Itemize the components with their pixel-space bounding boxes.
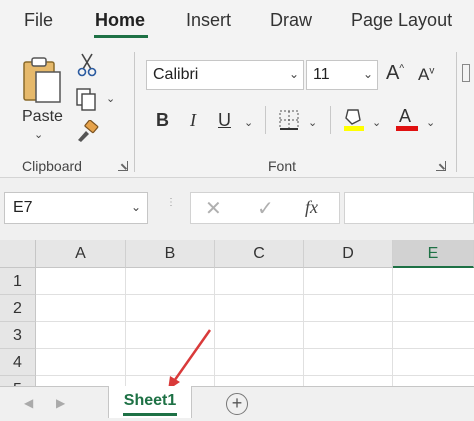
column-header-b[interactable]: B — [126, 240, 215, 268]
paste-label: Paste — [22, 108, 63, 125]
group-divider — [134, 52, 135, 172]
cancel-icon[interactable]: ✕ — [205, 196, 222, 221]
borders-dropdown-icon[interactable]: ⌄ — [308, 116, 317, 129]
font-launcher-icon[interactable] — [436, 161, 446, 171]
clipboard-icon — [23, 57, 61, 103]
column-header-d[interactable]: D — [304, 240, 393, 268]
tab-insert[interactable]: Insert — [186, 10, 231, 31]
column-header-e[interactable]: E — [393, 240, 474, 268]
copy-icon[interactable] — [74, 86, 98, 112]
borders-icon[interactable] — [278, 109, 300, 131]
tab-draw[interactable]: Draw — [270, 10, 312, 31]
gridline — [125, 268, 126, 386]
gridline — [36, 348, 474, 349]
font-color-glyph: A — [399, 106, 412, 126]
shrink-font-button[interactable]: Av — [418, 65, 434, 85]
chevron-down-icon: ⌄ — [288, 67, 299, 81]
chevron-down-icon: ⌄ — [130, 200, 141, 214]
enter-icon[interactable]: ✓ — [257, 196, 274, 221]
italic-button[interactable]: I — [190, 110, 196, 131]
formula-buttons: ✕ ✓ fx — [190, 192, 340, 224]
insert-function-button[interactable]: fx — [305, 197, 318, 218]
grow-font-button[interactable]: A^ — [386, 62, 404, 85]
clipboard-launcher-icon[interactable] — [118, 161, 128, 171]
font-color-button[interactable]: A — [396, 106, 418, 134]
shrink-font-glyph: A — [418, 65, 430, 84]
font-color-bar — [396, 126, 418, 131]
gridline — [303, 268, 304, 386]
font-size-select[interactable]: 11 ⌄ — [306, 60, 378, 90]
bold-button[interactable]: B — [156, 110, 169, 131]
row-header-5[interactable]: 5 — [0, 376, 36, 386]
annotation-arrow-icon — [168, 329, 212, 390]
align-icon[interactable] — [462, 64, 470, 82]
tab-home[interactable]: Home — [95, 10, 145, 31]
grow-font-glyph: A — [386, 62, 400, 84]
group-divider — [456, 52, 457, 172]
underline-dropdown-icon[interactable]: ⌄ — [244, 116, 253, 129]
row-header-2[interactable]: 2 — [0, 295, 36, 322]
name-box[interactable]: E7 ⌄ — [4, 192, 148, 224]
chevron-down-icon: ⌄ — [362, 67, 373, 81]
formula-input[interactable] — [344, 192, 474, 224]
ribbon-home: Paste ⌄ ⌄ Clipboard Calibri ⌄ 11 ⌄ A^ Av… — [0, 44, 474, 178]
font-name-value: Calibri — [153, 66, 199, 83]
row-header-1[interactable]: 1 — [0, 268, 36, 295]
row-header-3[interactable]: 3 — [0, 322, 36, 349]
font-color-dropdown-icon[interactable]: ⌄ — [426, 116, 435, 129]
paste-button[interactable]: Paste ⌄ — [14, 52, 68, 142]
clipboard-group-label: Clipboard — [22, 158, 82, 174]
scroll-right-icon[interactable]: ▶ — [56, 396, 65, 410]
chevron-down-icon: ⌄ — [34, 129, 44, 141]
format-painter-icon[interactable] — [74, 120, 100, 144]
gridline — [36, 321, 474, 322]
select-all-corner[interactable] — [0, 240, 36, 268]
font-group-label: Font — [268, 158, 297, 174]
formula-bar: E7 ⌄ ⋮ ✕ ✓ fx — [0, 178, 474, 240]
cut-icon[interactable] — [76, 52, 98, 78]
column-header-a[interactable]: A — [36, 240, 126, 268]
scroll-left-icon[interactable]: ◀ — [24, 396, 33, 410]
tab-page-layout[interactable]: Page Layout — [351, 10, 452, 31]
add-sheet-button[interactable]: + — [226, 393, 248, 415]
resize-handle-icon[interactable]: ⋮ — [166, 198, 176, 216]
divider — [265, 106, 266, 134]
worksheet-grid[interactable]: A B C D E 1 2 3 4 5 — [0, 240, 474, 386]
row-header-4[interactable]: 4 — [0, 349, 36, 376]
copy-dropdown-icon[interactable]: ⌄ — [106, 92, 115, 105]
sheet-tab-sheet1[interactable]: Sheet1 — [108, 386, 192, 418]
font-name-select[interactable]: Calibri ⌄ — [146, 60, 304, 90]
sheet-tab-bar: ◀ ▶ Sheet1 + — [0, 386, 474, 421]
divider — [330, 106, 331, 134]
column-header-c[interactable]: C — [215, 240, 304, 268]
active-tab-indicator — [94, 35, 148, 38]
gridline — [36, 375, 474, 376]
gridline — [36, 294, 474, 295]
font-size-value: 11 — [313, 66, 330, 83]
fill-color-icon[interactable] — [342, 106, 366, 132]
gridline — [392, 268, 393, 386]
name-box-value: E7 — [13, 199, 33, 216]
fill-color-dropdown-icon[interactable]: ⌄ — [372, 116, 381, 129]
ribbon-tab-bar: File Home Insert Draw Page Layout — [0, 0, 474, 44]
underline-button[interactable]: U — [218, 110, 231, 131]
tab-file[interactable]: File — [24, 10, 53, 31]
